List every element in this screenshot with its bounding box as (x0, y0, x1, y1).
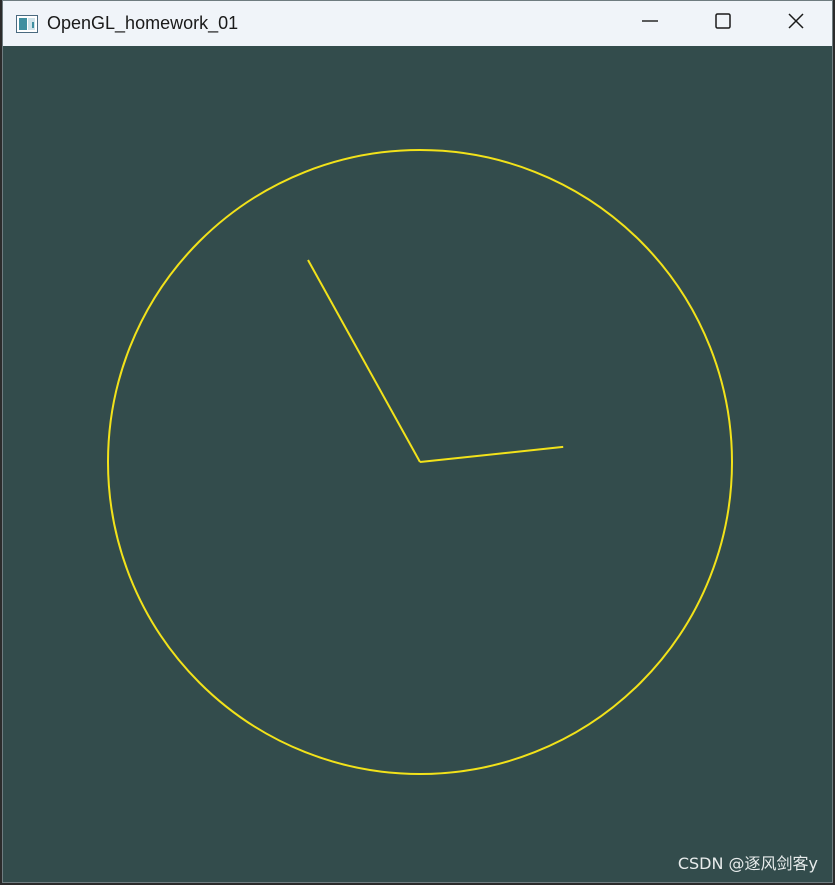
title-bar[interactable]: OpenGL_homework_01 (3, 1, 832, 46)
minute-hand (419, 445, 564, 463)
clock-drawing (107, 149, 733, 775)
minimize-button[interactable] (613, 1, 686, 46)
close-icon (787, 12, 805, 35)
watermark-text: CSDN @逐风剑客y (677, 854, 818, 873)
app-window: OpenGL_homework_01 CSDN @逐风剑客y (2, 0, 833, 883)
app-window-icon (16, 14, 38, 33)
hour-hand (307, 259, 421, 463)
maximize-icon (714, 12, 732, 35)
maximize-button[interactable] (686, 1, 759, 46)
window-controls (613, 1, 832, 46)
close-button[interactable] (759, 1, 832, 46)
window-title: OpenGL_homework_01 (47, 13, 239, 33)
opengl-canvas[interactable]: CSDN @逐风剑客y (3, 46, 832, 882)
minimize-icon (641, 12, 659, 35)
